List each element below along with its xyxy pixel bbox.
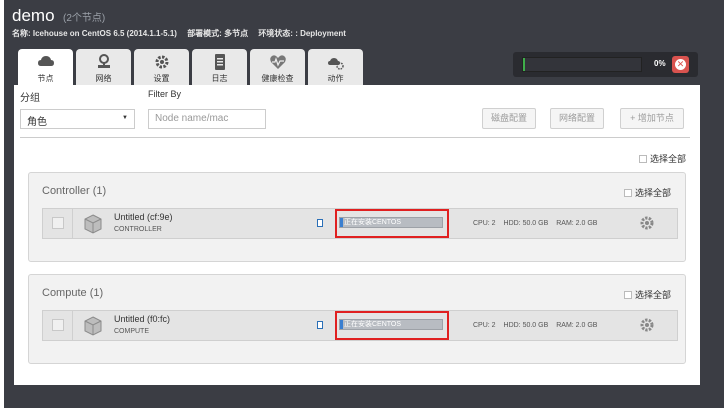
select-all-checkbox[interactable] <box>638 155 647 163</box>
node-specs: CPU: 2 HDD: 50.0 GB RAM: 2.0 GB <box>473 220 603 227</box>
env-meta: 名称: Icehouse on CentOS 6.5 (2014.1.1-5.1… <box>12 28 354 39</box>
highlight-box <box>335 311 449 340</box>
node-role: COMPUTE <box>114 328 149 335</box>
log-icon <box>214 54 225 70</box>
tab-label: 动作 <box>327 74 344 83</box>
cloud-icon <box>37 56 54 66</box>
env-node-count: (2个节点) <box>62 13 106 24</box>
env-name: demo <box>12 6 55 25</box>
tab-label: 网络 <box>95 74 112 83</box>
tab-label: 日志 <box>211 74 228 83</box>
node-checkbox[interactable] <box>52 217 64 229</box>
env-mode-label: 部署模式: 多节点 <box>187 29 249 38</box>
node-row[interactable]: Untitled (f0:fc) COMPUTE 正在安装CENTOS CPU:… <box>42 310 678 341</box>
deployment-progress-fill <box>523 58 526 71</box>
env-status-label: 环境状态: : Deployment <box>258 29 346 38</box>
node-cpu: CPU: 2 <box>473 322 496 329</box>
stop-deployment-button[interactable]: ✕ <box>672 56 689 73</box>
node-ram: RAM: 2.0 GB <box>556 322 598 329</box>
caret-down-icon: ▼ <box>122 115 128 121</box>
node-checkbox-cell <box>43 311 73 340</box>
gear-icon <box>155 55 168 69</box>
deployment-progress: 0% ✕ <box>513 52 698 77</box>
group-by-value: 角色 <box>27 117 47 128</box>
actions-icon <box>327 58 344 70</box>
node-name: Untitled (cf:9e) <box>114 212 173 222</box>
select-all-label: 选择全部 <box>634 290 671 300</box>
node-checkbox-cell <box>43 209 73 238</box>
select-all-label: 选择全部 <box>649 154 686 164</box>
group-title: Compute (1) <box>42 287 104 299</box>
select-all-global[interactable]: 选择全部 <box>638 152 686 165</box>
node-checkbox[interactable] <box>52 319 64 331</box>
node-group-compute: Compute (1) 选择全部 Untitled (f0:fc) COMPUT… <box>28 274 686 364</box>
tab-nodes[interactable]: 节点 <box>18 49 73 87</box>
filter-input[interactable]: Node name/mac <box>148 109 266 129</box>
deployment-progress-track <box>522 57 642 72</box>
file-icon[interactable] <box>317 219 323 227</box>
select-all-checkbox[interactable] <box>623 189 632 197</box>
network-icon <box>97 54 110 68</box>
gear-icon[interactable] <box>639 215 655 231</box>
node-name: Untitled (f0:fc) <box>114 314 171 324</box>
tab-label: 节点 <box>37 74 54 83</box>
network-config-button[interactable]: 网络配置 <box>550 108 604 129</box>
select-all-group[interactable]: 选择全部 <box>623 186 671 199</box>
group-by-label: 分组 <box>20 93 40 104</box>
deployment-percent: 0% <box>654 59 666 68</box>
select-all-label: 选择全部 <box>634 188 671 198</box>
tab-logs[interactable]: 日志 <box>192 49 247 85</box>
group-title: Controller (1) <box>42 185 107 197</box>
node-hdd: HDD: 50.0 GB <box>503 322 549 329</box>
env-title: demo (2个节点) <box>12 6 105 26</box>
filter-by-label: Filter By <box>148 89 182 99</box>
tab-actions[interactable]: 动作 <box>308 49 363 85</box>
file-icon[interactable] <box>317 321 323 329</box>
tab-label: 健康检查 <box>261 74 294 83</box>
gear-icon[interactable] <box>639 317 655 333</box>
tab-label: 设置 <box>153 74 170 83</box>
node-hdd: HDD: 50.0 GB <box>503 220 549 227</box>
divider <box>20 137 690 138</box>
group-by-select[interactable]: 角色 ▼ <box>20 109 135 129</box>
tab-network[interactable]: 网络 <box>76 49 131 85</box>
tab-settings[interactable]: 设置 <box>134 49 189 85</box>
highlight-box <box>335 209 449 238</box>
environment-header: demo (2个节点) 名称: Icehouse on CentOS 6.5 (… <box>4 0 724 408</box>
heartbeat-icon <box>269 55 286 69</box>
node-cpu: CPU: 2 <box>473 220 496 227</box>
nodes-panel: 分组 角色 ▼ Filter By Node name/mac 磁盘配置 网络配… <box>14 85 700 385</box>
tab-health-check[interactable]: 健康检查 <box>250 49 305 85</box>
env-name-label: 名称: Icehouse on CentOS 6.5 (2014.1.1-5.1… <box>12 29 177 38</box>
select-all-checkbox[interactable] <box>623 291 632 299</box>
app-window: demo (2个节点) 名称: Icehouse on CentOS 6.5 (… <box>0 0 728 408</box>
node-specs: CPU: 2 HDD: 50.0 GB RAM: 2.0 GB <box>473 322 603 329</box>
filter-row: 分组 角色 ▼ Filter By Node name/mac 磁盘配置 网络配… <box>20 89 690 129</box>
add-nodes-button[interactable]: + 增加节点 <box>620 108 684 129</box>
node-role: CONTROLLER <box>114 226 162 233</box>
disk-config-button[interactable]: 磁盘配置 <box>482 108 536 129</box>
node-ram: RAM: 2.0 GB <box>556 220 598 227</box>
select-all-group[interactable]: 选择全部 <box>623 288 671 301</box>
server-cube-icon <box>84 316 102 336</box>
server-cube-icon <box>84 214 102 234</box>
node-group-controller: Controller (1) 选择全部 Untitled (cf:9e) CON… <box>28 172 686 262</box>
node-row[interactable]: Untitled (cf:9e) CONTROLLER 正在安装CENTOS C… <box>42 208 678 239</box>
close-icon: ✕ <box>675 59 686 70</box>
